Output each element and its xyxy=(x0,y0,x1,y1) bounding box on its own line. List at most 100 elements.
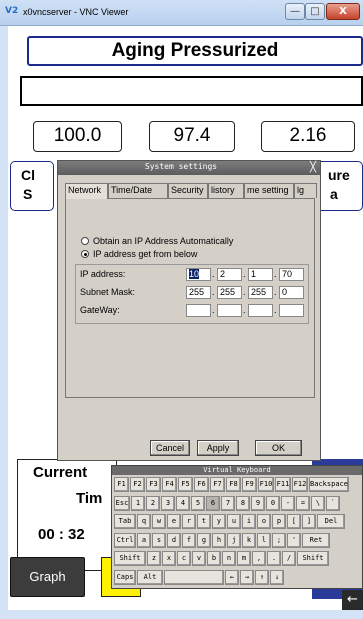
key-symbol[interactable]: ← xyxy=(225,570,239,585)
key-6[interactable]: 6 xyxy=(206,496,220,511)
minimize-button[interactable]: — xyxy=(285,3,305,20)
key-tab[interactable]: Tab xyxy=(114,514,136,529)
key-5[interactable]: 5 xyxy=(191,496,205,511)
dialog-close-icon[interactable]: ╳ xyxy=(306,161,320,174)
key-v[interactable]: v xyxy=(192,551,206,566)
key-f9[interactable]: F9 xyxy=(242,477,257,492)
key-b[interactable]: b xyxy=(207,551,221,566)
dialog-titlebar[interactable]: System settings ╳ xyxy=(58,161,320,175)
key-space[interactable] xyxy=(164,570,224,585)
radio-ip-from-below[interactable]: IP address get from below xyxy=(81,249,197,259)
key-f3[interactable]: F3 xyxy=(146,477,161,492)
key-9[interactable]: 9 xyxy=(251,496,265,511)
close-button[interactable]: X xyxy=(326,3,360,20)
key-symbol[interactable]: ` xyxy=(326,496,340,511)
key-k[interactable]: k xyxy=(242,533,256,548)
key-symbol[interactable]: = xyxy=(296,496,310,511)
key-f12[interactable]: F12 xyxy=(292,477,308,492)
key-del[interactable]: Del xyxy=(317,514,345,529)
key-shift[interactable]: Shift xyxy=(297,551,329,566)
key-symbol[interactable]: ' xyxy=(287,533,301,548)
key-n[interactable]: n xyxy=(222,551,236,566)
key-symbol[interactable]: ↑ xyxy=(255,570,269,585)
key-backspace[interactable]: Backspace xyxy=(309,477,349,492)
key-f5[interactable]: F5 xyxy=(178,477,193,492)
key-symbol[interactable]: → xyxy=(240,570,254,585)
tab-security[interactable]: Security xyxy=(168,183,208,198)
key-symbol[interactable]: ] xyxy=(302,514,316,529)
tab-time-date[interactable]: Time/Date xyxy=(108,183,168,198)
window-titlebar[interactable]: V2 x0vncserver - VNC Viewer — □ X xyxy=(0,0,363,26)
key-o[interactable]: o xyxy=(257,514,271,529)
tab-language[interactable]: lg xyxy=(294,183,317,198)
ip-octet-2[interactable]: 2 xyxy=(217,268,242,281)
keyboard-titlebar[interactable]: Virtual Keyboard xyxy=(112,466,362,475)
key-q[interactable]: q xyxy=(137,514,151,529)
radio-button-icon[interactable] xyxy=(81,237,89,245)
key-s[interactable]: s xyxy=(152,533,166,548)
key-f1[interactable]: F1 xyxy=(114,477,129,492)
key-f6[interactable]: F6 xyxy=(194,477,209,492)
key-c[interactable]: c xyxy=(177,551,191,566)
key-u[interactable]: u xyxy=(227,514,241,529)
radio-obtain-automatically[interactable]: Obtain an IP Address Automatically xyxy=(81,236,233,246)
key-h[interactable]: h xyxy=(212,533,226,548)
key-f2[interactable]: F2 xyxy=(130,477,145,492)
key-ret[interactable]: Ret xyxy=(302,533,330,548)
key-d[interactable]: d xyxy=(167,533,181,548)
ok-button[interactable]: OK xyxy=(255,440,302,456)
key-e[interactable]: e xyxy=(167,514,181,529)
graph-button[interactable]: Graph xyxy=(10,557,85,597)
key-a[interactable]: a xyxy=(137,533,151,548)
key-0[interactable]: 0 xyxy=(266,496,280,511)
mask-octet-2[interactable]: 255 xyxy=(217,286,242,299)
gateway-octet-1[interactable] xyxy=(186,304,211,317)
key-7[interactable]: 7 xyxy=(221,496,235,511)
key-symbol[interactable]: [ xyxy=(287,514,301,529)
key-alt[interactable]: Alt xyxy=(137,570,163,585)
key-symbol[interactable]: ; xyxy=(272,533,286,548)
back-arrow-icon[interactable]: ← xyxy=(342,590,363,610)
radio-button-selected-icon[interactable] xyxy=(81,250,89,258)
ip-octet-3[interactable]: 1 xyxy=(248,268,273,281)
key-symbol[interactable]: - xyxy=(281,496,295,511)
cancel-button[interactable]: Cancel xyxy=(150,440,190,456)
ip-octet-4[interactable]: 70 xyxy=(279,268,304,281)
key-x[interactable]: x xyxy=(162,551,176,566)
key-w[interactable]: w xyxy=(152,514,166,529)
key-l[interactable]: l xyxy=(257,533,271,548)
mask-octet-1[interactable]: 255 xyxy=(186,286,211,299)
key-symbol[interactable]: , xyxy=(252,551,266,566)
key-symbol[interactable]: \ xyxy=(311,496,325,511)
tab-time-setting[interactable]: me setting xyxy=(244,183,294,198)
key-f7[interactable]: F7 xyxy=(210,477,225,492)
mask-octet-3[interactable]: 255 xyxy=(248,286,273,299)
maximize-button[interactable]: □ xyxy=(305,3,325,20)
key-g[interactable]: g xyxy=(197,533,211,548)
key-f10[interactable]: F10 xyxy=(258,477,274,492)
key-caps[interactable]: Caps xyxy=(114,570,136,585)
key-z[interactable]: z xyxy=(147,551,161,566)
key-m[interactable]: m xyxy=(237,551,251,566)
apply-button[interactable]: Apply xyxy=(197,440,239,456)
key-p[interactable]: p xyxy=(272,514,286,529)
gateway-octet-2[interactable] xyxy=(217,304,242,317)
key-symbol[interactable]: / xyxy=(282,551,296,566)
key-f4[interactable]: F4 xyxy=(162,477,177,492)
key-symbol[interactable]: . xyxy=(267,551,281,566)
key-r[interactable]: r xyxy=(182,514,196,529)
tab-network[interactable]: Network xyxy=(65,183,108,199)
key-1[interactable]: 1 xyxy=(131,496,145,511)
tab-history[interactable]: listory xyxy=(208,183,244,198)
key-f[interactable]: f xyxy=(182,533,196,548)
key-f11[interactable]: F11 xyxy=(275,477,291,492)
key-symbol[interactable]: ↓ xyxy=(270,570,284,585)
key-j[interactable]: j xyxy=(227,533,241,548)
ip-octet-1[interactable]: 10 xyxy=(186,268,211,281)
key-2[interactable]: 2 xyxy=(146,496,160,511)
key-f8[interactable]: F8 xyxy=(226,477,241,492)
gateway-octet-3[interactable] xyxy=(248,304,273,317)
key-4[interactable]: 4 xyxy=(176,496,190,511)
key-shift[interactable]: Shift xyxy=(114,551,146,566)
key-i[interactable]: i xyxy=(242,514,256,529)
